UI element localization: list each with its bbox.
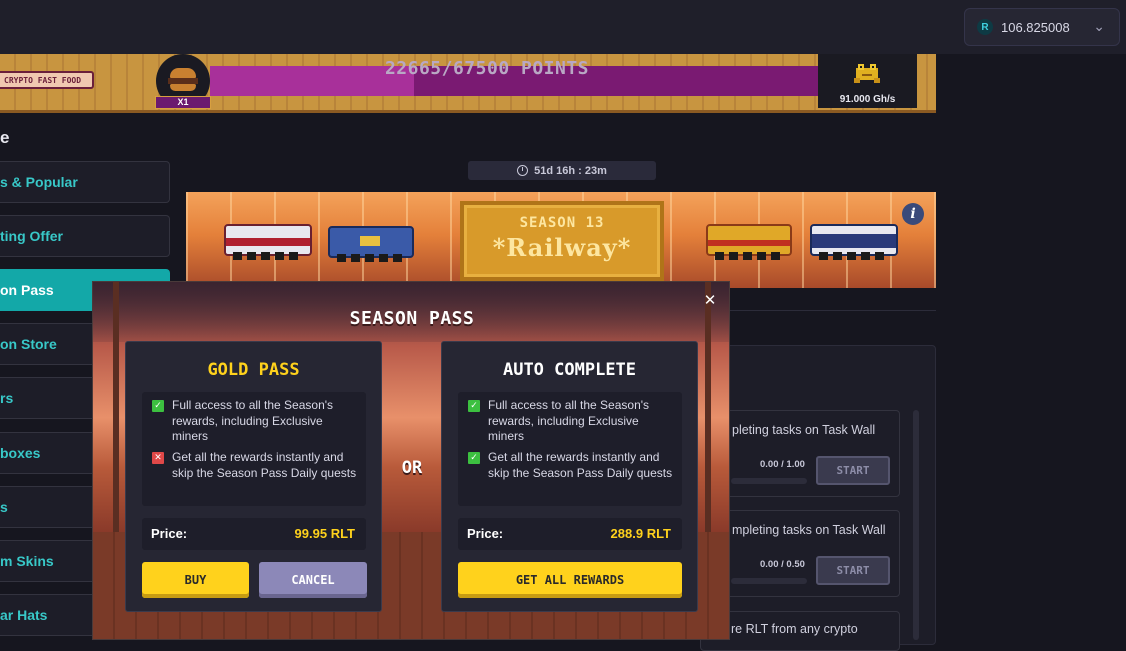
train-stripe xyxy=(812,234,896,248)
task-progress-bar xyxy=(731,478,807,484)
auto-complete-title: AUTO COMPLETE xyxy=(502,360,637,380)
balance-value: 106.825008 xyxy=(1001,19,1070,35)
sidebar-item-label: m Skins xyxy=(0,553,54,569)
get-all-rewards-button[interactable]: GET ALL REWARDS xyxy=(458,562,682,598)
sidebar-item-label: boxes xyxy=(0,445,41,461)
train-wheels xyxy=(714,252,784,260)
auto-complete-price: 288.9 RLT xyxy=(610,526,671,541)
sidebar-item-label: on Pass xyxy=(0,282,54,298)
train-stripe xyxy=(226,238,310,246)
burger-icon xyxy=(170,68,196,78)
train-stripe xyxy=(708,240,790,246)
train-icon xyxy=(328,226,414,262)
task-text: re RLT from any crypto xyxy=(731,622,858,636)
clock-icon xyxy=(517,165,529,176)
sidebar-item-label: on Store xyxy=(0,336,57,352)
gold-pass-price: 99.95 RLT xyxy=(294,526,355,541)
train-window xyxy=(360,236,380,246)
rlt-coin-icon: R xyxy=(977,19,993,35)
season-timer-text: 51d 16h : 23m xyxy=(534,164,607,177)
season-name: *Railway* xyxy=(492,233,632,262)
task-progress: 0.00 / 0.50 xyxy=(760,559,805,570)
sidebar-item-label: s & Popular xyxy=(0,174,78,190)
scrollbar[interactable] xyxy=(913,410,919,640)
train-wheels xyxy=(818,252,890,260)
cross-icon: ✕ xyxy=(152,452,164,464)
event-progress-banner: CRYPTO FAST FOOD 22665/67500 POINTS X1 9… xyxy=(0,54,936,113)
season-timer: 51d 16h : 23m xyxy=(468,161,656,180)
modal-title: SEASON PASS xyxy=(349,308,475,329)
or-label: OR xyxy=(401,458,423,478)
auto-complete-features: ✓ Full access to all the Season's reward… xyxy=(458,392,682,506)
price-label: Price: xyxy=(467,526,504,541)
gold-pass-title: GOLD PASS xyxy=(207,360,300,380)
task-start-button[interactable]: START xyxy=(816,556,890,585)
season-sign: SEASON 13 *Railway* xyxy=(460,201,664,281)
burger-icon-bun xyxy=(170,84,196,91)
sidebar-item-label: s xyxy=(0,499,8,515)
gold-pass-card: GOLD PASS ✓ Full access to all the Seaso… xyxy=(125,341,382,612)
feature-text: Get all the rewards instantly and skip t… xyxy=(172,450,357,480)
task-card: pleting tasks on Task Wall 0.00 / 1.00 S… xyxy=(700,410,900,497)
price-label: Price: xyxy=(151,526,188,541)
sidebar-item-label: ting Offer xyxy=(0,228,63,244)
train-icon xyxy=(706,224,792,260)
close-icon[interactable]: ✕ xyxy=(701,291,719,309)
balance-dropdown[interactable]: R 106.825008 ⌄ xyxy=(964,8,1120,46)
auto-complete-card: AUTO COMPLETE ✓ Full access to all the S… xyxy=(441,341,698,612)
sidebar-item-label: ar Hats xyxy=(0,607,48,623)
task-text: mpleting tasks on Task Wall xyxy=(732,523,886,537)
sidebar-section-title: e xyxy=(0,128,10,147)
info-icon[interactable]: i xyxy=(902,203,924,225)
task-progress-bar xyxy=(731,578,807,584)
multiplier-badge: X1 xyxy=(155,96,211,109)
gold-pass-price-row: Price: 99.95 RLT xyxy=(142,518,366,550)
auto-complete-price-row: Price: 288.9 RLT xyxy=(458,518,682,550)
season-banner: SEASON 13 *Railway* xyxy=(186,192,936,288)
check-icon: ✓ xyxy=(468,452,480,464)
toad-icon xyxy=(854,64,880,83)
sidebar-item-limited-offer[interactable]: ting Offer xyxy=(0,215,170,257)
chevron-down-icon[interactable]: ⌄ xyxy=(1093,18,1105,35)
feature-item: ✓ Get all the rewards instantly and skip… xyxy=(468,450,678,481)
feature-text: Get all the rewards instantly and skip t… xyxy=(488,450,673,480)
check-icon: ✓ xyxy=(152,400,164,412)
feature-text: Full access to all the Season's rewards,… xyxy=(488,398,650,443)
task-card: mpleting tasks on Task Wall 0.00 / 0.50 … xyxy=(700,510,900,597)
season-pass-modal: SEASON PASS ✕ GOLD PASS ✓ Full access to… xyxy=(92,281,730,640)
task-start-button[interactable]: START xyxy=(816,456,890,485)
event-badge: CRYPTO FAST FOOD xyxy=(0,71,94,89)
feature-item: ✓ Full access to all the Season's reward… xyxy=(152,398,362,445)
train-icon xyxy=(224,224,312,260)
cancel-button[interactable]: CANCEL xyxy=(259,562,367,598)
check-icon: ✓ xyxy=(468,400,480,412)
buy-button[interactable]: BUY xyxy=(142,562,249,598)
train-wheels xyxy=(336,254,406,262)
points-text: 22665/67500 POINTS xyxy=(384,58,590,79)
sidebar-item-label: rs xyxy=(0,390,14,406)
feature-item: ✕ Get all the rewards instantly and skip… xyxy=(152,450,362,481)
sidebar-item-hits-popular[interactable]: s & Popular xyxy=(0,161,170,203)
train-wheels xyxy=(232,252,304,260)
train-icon xyxy=(810,224,898,260)
power-value: 91.000 Gh/s xyxy=(839,94,896,105)
task-text: pleting tasks on Task Wall xyxy=(732,423,876,437)
feature-item: ✓ Full access to all the Season's reward… xyxy=(468,398,678,445)
task-progress: 0.00 / 1.00 xyxy=(760,459,805,470)
season-number: SEASON 13 xyxy=(519,215,605,231)
top-bar: R 106.825008 ⌄ xyxy=(0,0,1126,54)
gold-pass-features: ✓ Full access to all the Season's reward… xyxy=(142,392,366,506)
feature-text: Full access to all the Season's rewards,… xyxy=(172,398,334,443)
power-box: 91.000 Gh/s xyxy=(818,54,917,108)
